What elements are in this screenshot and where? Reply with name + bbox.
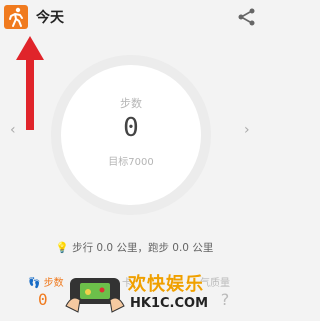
steps-label: 步数 xyxy=(120,97,142,110)
footsteps-icon: 👣 xyxy=(28,278,41,289)
previous-day-icon[interactable]: ‹ xyxy=(10,122,16,138)
next-day-icon[interactable]: › xyxy=(244,122,250,138)
step-ring-center: 步数 0 目标7000 xyxy=(61,65,201,205)
watermark-text: 欢快娱乐 xyxy=(128,274,204,295)
gamepad-watermark-icon xyxy=(65,278,125,313)
watermark-url: HK1C.COM xyxy=(130,296,209,311)
steps-count: 0 xyxy=(123,113,139,143)
runner-icon[interactable] xyxy=(4,5,28,29)
bottom-steps-label[interactable]: 👣 步数 xyxy=(28,274,64,289)
steps-goal: 目标7000 xyxy=(108,157,154,168)
distance-summary: 💡 步行 0.0 公里，跑步 0.0 公里 xyxy=(0,240,269,255)
bottom-steps-value: 0 xyxy=(38,290,48,309)
bottom-air-quality-value: ? xyxy=(220,290,230,309)
lightbulb-icon: 💡 xyxy=(55,242,69,254)
page-title: 今天 xyxy=(36,10,64,26)
distance-summary-text: 步行 0.0 公里，跑步 0.0 公里 xyxy=(72,242,214,254)
share-icon[interactable] xyxy=(237,7,257,31)
top-bar: 今天 xyxy=(0,0,269,34)
red-arrow-annotation xyxy=(16,36,44,130)
bottom-air-quality-label: 气质量 xyxy=(200,278,230,289)
